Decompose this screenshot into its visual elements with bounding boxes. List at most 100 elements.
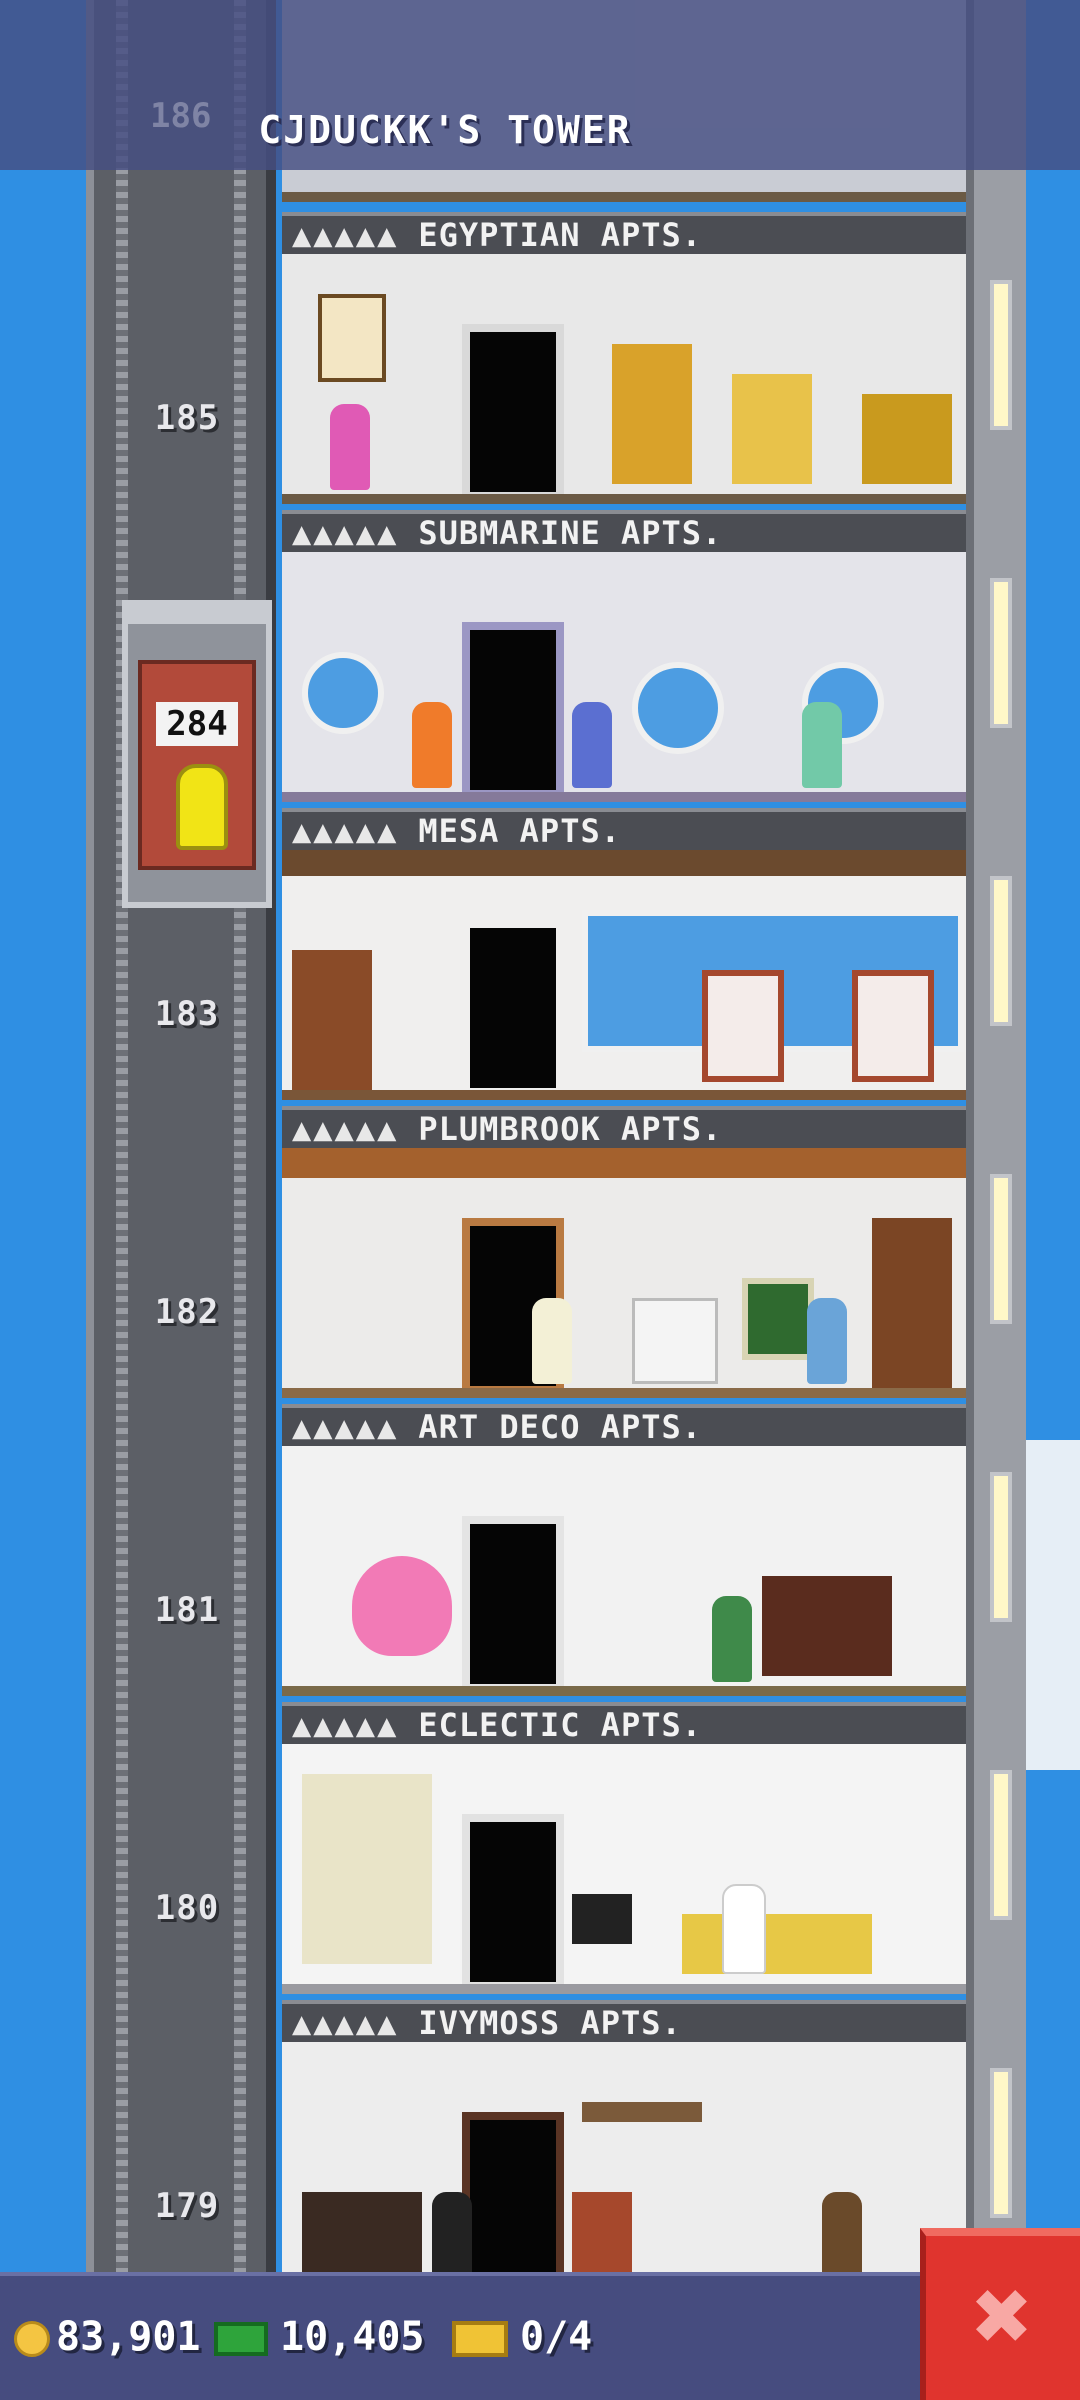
resident[interactable] [807, 1298, 847, 1384]
elevator-top [122, 600, 272, 622]
shaft-rail-left [116, 0, 128, 2400]
golden-throne [612, 344, 692, 484]
apartment-door[interactable] [462, 1814, 564, 1990]
resident[interactable] [802, 702, 842, 788]
floor-number-185: 185 [154, 398, 220, 438]
resident[interactable] [572, 702, 612, 788]
floor-submarine[interactable]: ▲▲▲▲▲ SUBMARINE APTS. [282, 510, 966, 808]
wall-light [990, 1770, 1012, 1920]
wall-light [990, 2068, 1012, 2218]
ceiling-beams [282, 850, 966, 876]
wood-beam [282, 1148, 966, 1178]
floor-ground [282, 192, 966, 202]
floor-number-183: 183 [154, 994, 220, 1034]
floor-name: EGYPTIAN APTS. [418, 216, 703, 254]
room-eclectic [282, 1744, 966, 1994]
apartment-door[interactable] [462, 920, 564, 1096]
floor-name: PLUMBROOK APTS. [418, 1110, 723, 1148]
floor-name: MESA APTS. [418, 812, 621, 850]
floor-label: ▲▲▲▲▲ MESA APTS. [282, 808, 966, 850]
bookshelf [872, 1218, 952, 1388]
bux-stat[interactable]: 10,405 [214, 2302, 425, 2372]
room-mesa [282, 850, 966, 1100]
floor-stars: ▲▲▲▲▲ [292, 514, 399, 552]
elevator-rider[interactable] [176, 764, 228, 850]
floor-label: ▲▲▲▲▲ IVYMOSS APTS. [282, 2000, 966, 2042]
wall-light [990, 578, 1012, 728]
elevator-car[interactable]: 284 [122, 600, 272, 908]
cash-icon [214, 2322, 268, 2356]
resident[interactable] [822, 2192, 862, 2278]
apartment-door[interactable] [462, 324, 564, 500]
floor-ground [282, 1984, 966, 1994]
heart-chair [352, 1556, 452, 1656]
floor-egyptian[interactable]: ▲▲▲▲▲ EGYPTIAN APTS. [282, 212, 966, 510]
wall-light [990, 1472, 1012, 1622]
tower-header: 186 CJDUCKK'S TOWER [0, 0, 1080, 170]
apartment-door[interactable] [462, 2112, 564, 2288]
jukebox [572, 2192, 632, 2272]
elevator-cab: 284 [138, 660, 256, 870]
floor-ivymoss[interactable]: ▲▲▲▲▲ IVYMOSS APTS. [282, 2000, 966, 2298]
wall-light [990, 280, 1012, 430]
floor-number-182: 182 [154, 1292, 220, 1332]
fireplace [762, 1576, 892, 1676]
coins-stat[interactable]: 83,901 [14, 2302, 201, 2372]
floor-name: IVYMOSS APTS. [418, 2004, 682, 2042]
close-button[interactable]: ✖ [920, 2228, 1080, 2400]
floor-name: ART DECO APTS. [418, 1408, 703, 1446]
room-egyptian [282, 254, 966, 504]
apartment-door[interactable] [462, 622, 564, 798]
armchair [852, 970, 934, 1082]
resident[interactable] [532, 1298, 572, 1384]
resident[interactable] [330, 404, 370, 490]
porthole [632, 662, 724, 754]
tower-right-wall [966, 0, 1026, 2400]
elevator-floor-display: 284 [156, 702, 238, 746]
room-art-deco [282, 1446, 966, 1696]
floor-stars: ▲▲▲▲▲ [292, 2004, 399, 2042]
floor-name: ECLECTIC APTS. [418, 1706, 703, 1744]
resident[interactable] [712, 1596, 752, 1682]
wall-light [990, 876, 1012, 1026]
tower[interactable]: 185 183 182 181 180 179 284 ▲▲▲▲▲ EGYPTI… [86, 0, 1026, 2400]
floor-label: ▲▲▲▲▲ EGYPTIAN APTS. [282, 212, 966, 254]
floor-label: ▲▲▲▲▲ SUBMARINE APTS. [282, 510, 966, 552]
shelf [582, 2102, 702, 2122]
floor-ground [282, 792, 966, 802]
floor-art-deco[interactable]: ▲▲▲▲▲ ART DECO APTS. [282, 1404, 966, 1702]
tickets-value: 0/4 [520, 2314, 593, 2360]
resident[interactable] [432, 2192, 472, 2278]
floor-name: SUBMARINE APTS. [418, 514, 723, 552]
floor-ground [282, 494, 966, 504]
floor-plumbrook[interactable]: ▲▲▲▲▲ PLUMBROOK APTS. [282, 1106, 966, 1404]
armchair [702, 970, 784, 1082]
resource-bar: 83,901 10,405 0/4 [0, 2272, 920, 2400]
coin-icon [14, 2321, 50, 2357]
floors-column: ▲▲▲▲▲ EGYPTIAN APTS. ▲▲▲▲▲ SUBMARINE APTS. [282, 0, 966, 2400]
resident[interactable] [412, 702, 452, 788]
apartment-door[interactable] [462, 1516, 564, 1692]
ghost-resident[interactable] [722, 1884, 766, 1974]
floor-number-180: 180 [154, 1888, 220, 1928]
floor-eclectic[interactable]: ▲▲▲▲▲ ECLECTIC APTS. [282, 1702, 966, 2000]
tickets-stat[interactable]: 0/4 [452, 2302, 592, 2372]
cabinet [302, 2192, 422, 2272]
floor-stars: ▲▲▲▲▲ [292, 1110, 399, 1148]
floor-mesa[interactable]: ▲▲▲▲▲ MESA APTS. [282, 808, 966, 1106]
floor-number-181: 181 [154, 1590, 220, 1630]
bux-value: 10,405 [280, 2314, 425, 2360]
elevator-shaft[interactable]: 185 183 182 181 180 179 284 [86, 0, 276, 2400]
floor-label: ▲▲▲▲▲ ART DECO APTS. [282, 1404, 966, 1446]
floor-ground [282, 1090, 966, 1100]
bookshelf [292, 950, 372, 1090]
egyptian-painting [318, 294, 386, 382]
wall-light [990, 1174, 1012, 1324]
floor-number-179: 179 [154, 2186, 220, 2226]
room-submarine [282, 552, 966, 802]
computer [742, 1278, 814, 1360]
floor-stars: ▲▲▲▲▲ [292, 1706, 399, 1744]
floor-stars: ▲▲▲▲▲ [292, 1408, 399, 1446]
floor-ground [282, 1388, 966, 1398]
tower-title: CJDUCKK'S TOWER [258, 108, 632, 152]
